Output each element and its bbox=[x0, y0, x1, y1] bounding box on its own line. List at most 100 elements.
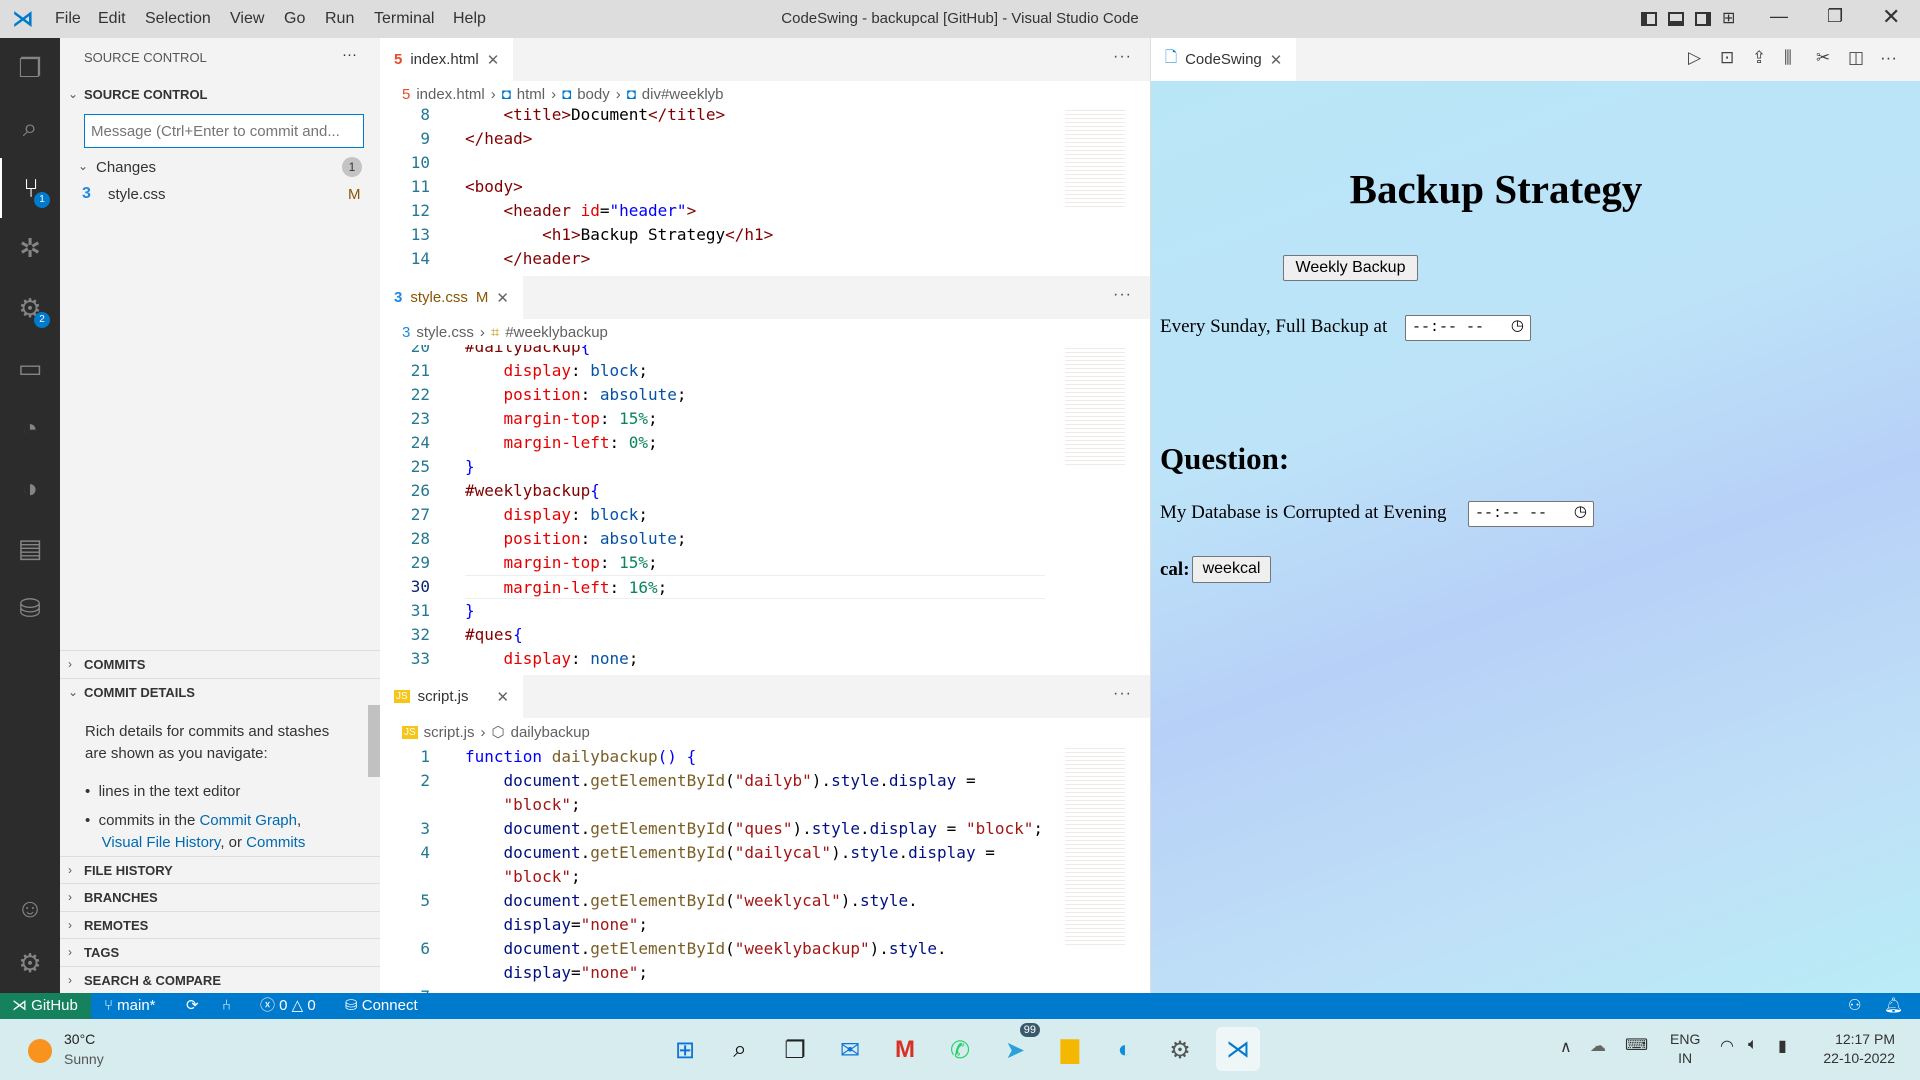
weather-widget[interactable]: 30°C Sunny bbox=[26, 1031, 136, 1071]
commit-graph-link[interactable]: Commit Graph bbox=[199, 812, 297, 829]
breadcrumb-item[interactable]: body bbox=[577, 86, 610, 103]
start-icon[interactable]: ⊞ bbox=[666, 1031, 704, 1069]
code-line[interactable]: <body> bbox=[465, 175, 523, 199]
tab-style-css[interactable]: 3 style.css M ✕ bbox=[380, 276, 523, 319]
code-line[interactable]: document.getElementById("weeklycal").sty… bbox=[465, 889, 918, 913]
minimap[interactable] bbox=[1065, 745, 1125, 945]
tab-index-html[interactable]: 5 index.html ✕ bbox=[380, 38, 514, 81]
toggle-secondary-sidebar-icon[interactable] bbox=[1695, 12, 1711, 26]
restore-button[interactable]: ❐ bbox=[1827, 6, 1843, 27]
visual-file-history-link[interactable]: Visual File History bbox=[102, 834, 221, 851]
code-line[interactable]: document.getElementById("ques").style.di… bbox=[465, 817, 1044, 841]
whatsapp-icon[interactable]: ✆ bbox=[941, 1031, 979, 1069]
section-branches[interactable]: › BRANCHES bbox=[60, 883, 380, 910]
more-actions-icon[interactable]: ··· bbox=[1113, 685, 1132, 703]
breadcrumb-item[interactable]: html bbox=[517, 86, 545, 103]
remote-explorer-icon[interactable]: ▭ bbox=[0, 338, 60, 398]
code-editor-script[interactable]: 1 function dailybackup() {2 document.getE… bbox=[380, 745, 1060, 993]
menu-view[interactable]: View bbox=[230, 0, 264, 38]
show-hidden-icons[interactable]: ∧ bbox=[1560, 1037, 1572, 1057]
customize-layout-icon[interactable]: ⊞ bbox=[1722, 8, 1735, 28]
evening-time-input[interactable]: --:-- -- ◷ bbox=[1468, 501, 1594, 527]
code-line[interactable]: <h1>Backup Strategy</h1> bbox=[465, 223, 773, 247]
menu-file[interactable]: File bbox=[55, 0, 81, 38]
code-line[interactable]: margin-top: 15%; bbox=[465, 407, 658, 431]
code-line[interactable]: position: absolute; bbox=[465, 383, 687, 407]
more-actions-icon[interactable]: ··· bbox=[1113, 286, 1132, 304]
close-button[interactable]: ✕ bbox=[1882, 4, 1900, 30]
code-line[interactable]: display="none"; bbox=[465, 961, 649, 985]
menu-terminal[interactable]: Terminal bbox=[374, 0, 434, 38]
settings-icon[interactable]: ⚙ bbox=[1161, 1031, 1199, 1069]
open-console-icon[interactable]: ⊡ bbox=[1720, 48, 1734, 68]
split-editor-icon[interactable]: ◫ bbox=[1848, 48, 1864, 68]
code-line[interactable]: #weeklybackup{ bbox=[465, 479, 600, 503]
notifications-bell-icon[interactable]: 🔔︎ bbox=[1884, 993, 1903, 1019]
extensions-icon[interactable]: ⚙ 2 bbox=[0, 278, 60, 338]
code-line[interactable]: </head> bbox=[465, 127, 532, 151]
more-actions-icon[interactable]: ··· bbox=[1113, 48, 1132, 66]
section-commit-details[interactable]: ⌄ COMMIT DETAILS bbox=[60, 678, 380, 705]
run-icon[interactable]: ▷ bbox=[1688, 48, 1701, 68]
problems-indicator[interactable]: ⓧ 0 △ 0 bbox=[260, 993, 316, 1019]
code-line[interactable]: position: absolute; bbox=[465, 527, 687, 551]
explorer-icon[interactable]: ❐ bbox=[0, 38, 60, 98]
settings-gear-icon[interactable]: ⚙ bbox=[0, 933, 60, 993]
code-line[interactable]: display="none"; bbox=[465, 913, 649, 937]
menu-selection[interactable]: Selection bbox=[145, 0, 211, 38]
close-icon[interactable]: ✕ bbox=[487, 51, 500, 69]
code-line[interactable]: "block"; bbox=[465, 865, 581, 889]
live-share-icon[interactable]: ⚇ bbox=[1848, 993, 1861, 1019]
sync-icon[interactable]: ⟳ bbox=[186, 993, 199, 1019]
code-line[interactable]: <header id="header"> bbox=[465, 199, 697, 223]
section-tags[interactable]: › TAGS bbox=[60, 938, 380, 965]
search-icon[interactable]: ⌕ bbox=[0, 98, 60, 158]
search-icon[interactable]: ⌕ bbox=[721, 1031, 759, 1069]
keyboard-icon[interactable]: ⌨ bbox=[1625, 1035, 1648, 1055]
weekcal-button[interactable]: weekcal bbox=[1192, 556, 1271, 583]
database-icon[interactable]: ⛁ bbox=[0, 578, 60, 638]
more-actions-icon[interactable]: ··· bbox=[1880, 48, 1897, 68]
tab-codeswing[interactable]: 🗋 CodeSwing ✕ bbox=[1151, 38, 1297, 81]
toggle-primary-sidebar-icon[interactable] bbox=[1641, 12, 1657, 26]
sidebar-scrollbar[interactable] bbox=[368, 705, 380, 777]
minimap[interactable] bbox=[1065, 107, 1125, 207]
edge-icon[interactable]: ◐ bbox=[1106, 1031, 1144, 1069]
clock-icon[interactable]: ◷ bbox=[1574, 505, 1587, 521]
github-icon[interactable]: ◔ bbox=[0, 398, 60, 458]
accounts-icon[interactable]: ☺ bbox=[0, 878, 60, 938]
code-line[interactable]: margin-left: 16%; bbox=[465, 575, 1045, 599]
clock-icon[interactable]: ◷ bbox=[1511, 319, 1524, 335]
code-line[interactable]: #dailybackup{ bbox=[465, 345, 590, 359]
branch-indicator[interactable]: ⑂ main* bbox=[104, 993, 156, 1019]
menu-go[interactable]: Go bbox=[284, 0, 305, 38]
code-line[interactable]: document.getElementById("weeklybackup").… bbox=[465, 937, 947, 961]
code-line[interactable]: "block"; bbox=[465, 793, 581, 817]
section-search-compare[interactable]: › SEARCH & COMPARE bbox=[60, 966, 380, 993]
code-line[interactable]: #ques{ bbox=[465, 623, 523, 647]
language-indicator[interactable]: ENG IN bbox=[1670, 1030, 1700, 1068]
export-icon[interactable]: ⇪ bbox=[1752, 48, 1766, 68]
breadcrumb-item[interactable]: #weeklybackup bbox=[505, 324, 608, 341]
library-icon[interactable]: ⫼ bbox=[1784, 48, 1792, 68]
remote-indicator[interactable]: ⋊ GitHub bbox=[0, 993, 91, 1019]
menu-edit[interactable]: Edit bbox=[98, 0, 126, 38]
breadcrumb-item[interactable]: style.css bbox=[416, 324, 474, 341]
commits-link[interactable]: Commits bbox=[246, 834, 305, 851]
changed-file-item[interactable]: 3 style.css M bbox=[60, 183, 380, 207]
sunday-time-input[interactable]: --:-- -- ◷ bbox=[1405, 315, 1531, 341]
telegram-icon[interactable]: ➤ 99 bbox=[996, 1023, 1040, 1069]
code-line[interactable]: display: block; bbox=[465, 503, 649, 527]
gitlens-icon[interactable]: ◑ bbox=[0, 458, 60, 518]
gmail-icon[interactable]: M bbox=[886, 1031, 924, 1069]
code-line[interactable]: } bbox=[465, 455, 475, 479]
code-line[interactable]: margin-top: 15%; bbox=[465, 551, 658, 575]
minimize-button[interactable]: — bbox=[1770, 6, 1788, 27]
close-icon[interactable]: ✕ bbox=[497, 688, 510, 706]
section-remotes[interactable]: › REMOTES bbox=[60, 911, 380, 938]
changes-group[interactable]: ⌄ Changes 1 bbox=[60, 155, 380, 181]
breadcrumb-item[interactable]: div#weeklyb bbox=[642, 86, 724, 103]
code-line[interactable]: margin-left: 0%; bbox=[465, 431, 658, 455]
commit-message-input[interactable] bbox=[84, 114, 364, 148]
connect-indicator[interactable]: ⛁ Connect bbox=[345, 993, 418, 1019]
